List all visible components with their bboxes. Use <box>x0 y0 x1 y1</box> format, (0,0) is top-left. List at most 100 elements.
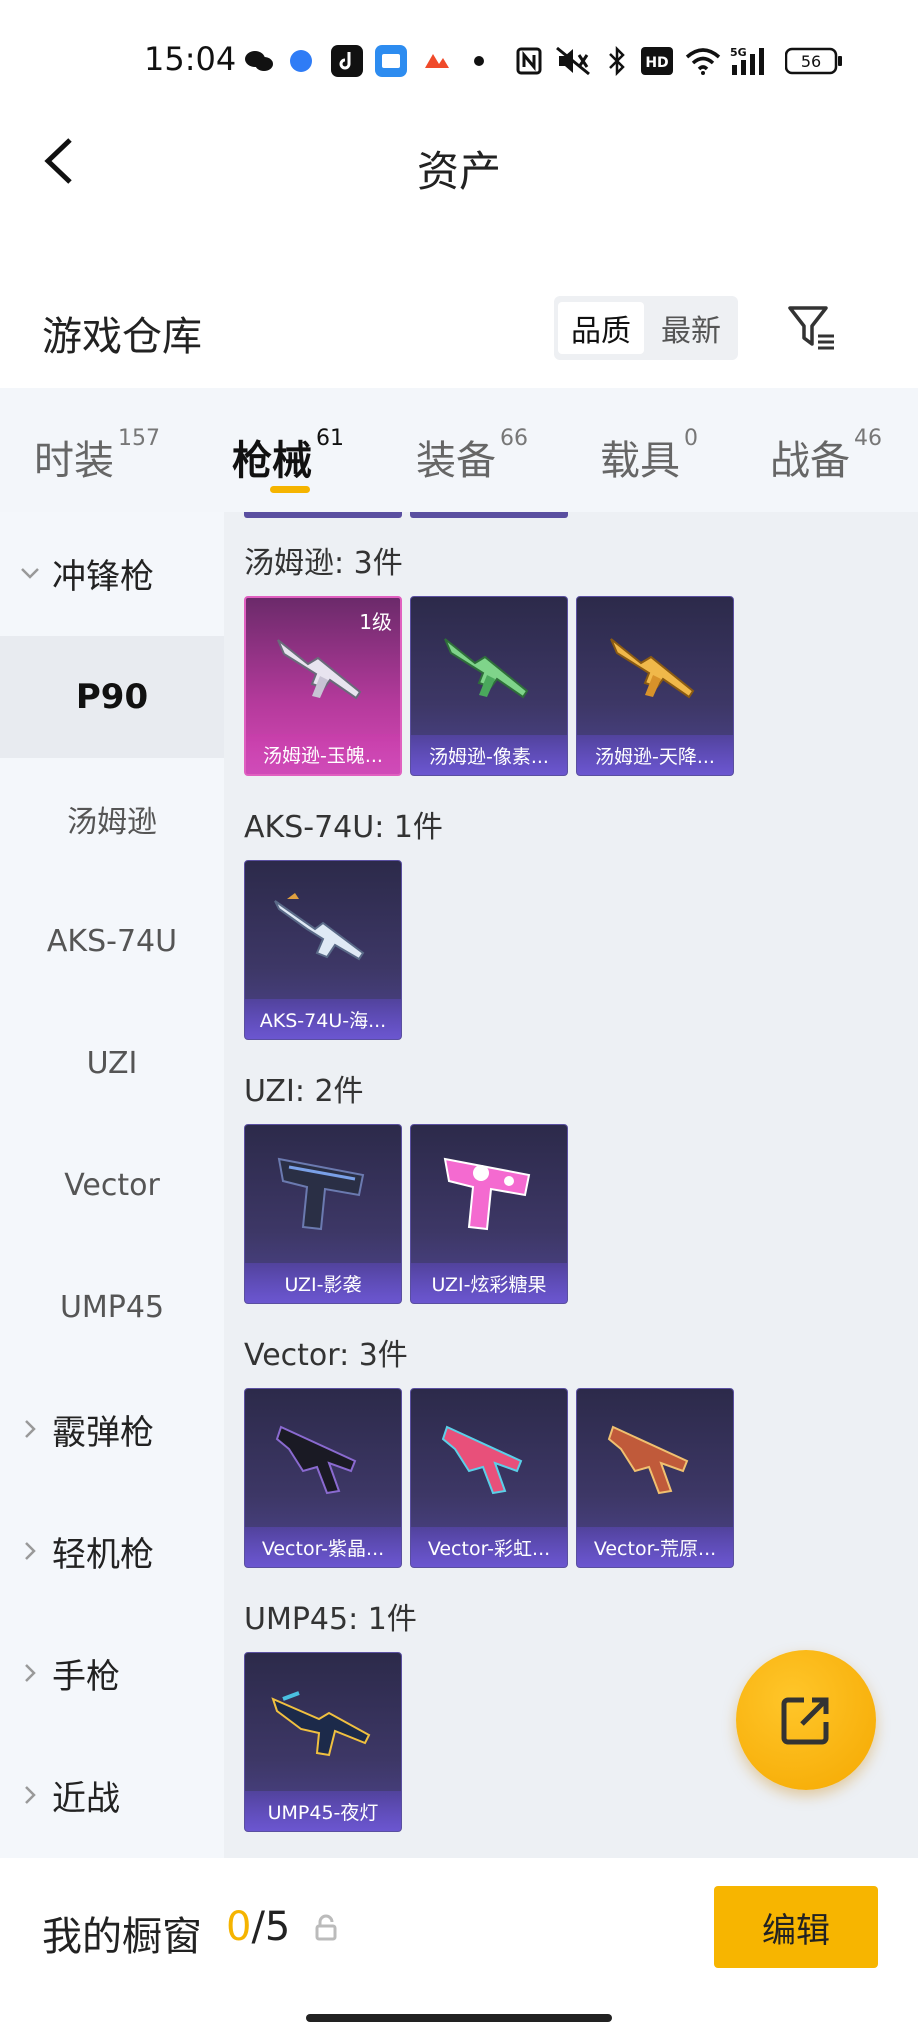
sidebar-category-label: 霰弹枪 <box>52 1412 154 1453</box>
item-name: Vector-紫晶... <box>245 1527 401 1567</box>
sidebar-category-lmg[interactable]: 轻机枪 <box>0 1490 224 1612</box>
uzi-gun-icon <box>443 1157 531 1231</box>
status-time: 15:04 <box>144 40 237 78</box>
item-card[interactable]: 汤姆逊-像素... <box>410 596 568 776</box>
group-title-vector: Vector: 3件 <box>244 1338 408 1373</box>
chevron-right-icon <box>20 1541 40 1561</box>
sidebar-item-uzi[interactable]: UZI <box>0 1002 224 1124</box>
showcase-current: 0 <box>226 1904 252 1950</box>
thompson-gun-icon <box>444 638 529 699</box>
vector-gun-icon <box>607 1425 689 1495</box>
sidebar-category-label: 近战 <box>52 1778 120 1819</box>
sidebar-category-smg[interactable]: 冲锋枪 <box>0 512 224 634</box>
filter-icon <box>788 306 834 350</box>
sidebar-item-vector[interactable]: Vector <box>0 1124 224 1246</box>
svg-text:5G: 5G <box>730 46 747 59</box>
item-name: UZI-影袭 <box>245 1263 401 1303</box>
battery-icon: 56 <box>784 44 844 78</box>
item-card[interactable]: UMP45-夜灯 <box>244 1652 402 1832</box>
tab-supplies[interactable]: 战备 46 <box>770 426 882 486</box>
chevron-right-icon <box>20 1419 40 1439</box>
hd-icon: HD <box>640 44 674 78</box>
page-title: 资产 <box>416 147 501 196</box>
sidebar-item-ump45[interactable]: UMP45 <box>0 1246 224 1368</box>
item-name: Vector-荒原... <box>577 1527 733 1567</box>
tab-label: 时装 <box>34 438 114 484</box>
filter-button[interactable] <box>786 302 838 354</box>
tab-label: 载具 <box>600 438 680 484</box>
lock-icon <box>314 1914 338 1942</box>
tab-outfits[interactable]: 时装 157 <box>34 426 160 486</box>
item-card[interactable]: 1级 汤姆逊-玉魄... <box>244 596 402 776</box>
item-card[interactable]: UZI-影袭 <box>244 1124 402 1304</box>
sidebar-category-melee[interactable]: 近战 <box>0 1734 224 1856</box>
share-button[interactable] <box>736 1650 876 1790</box>
item-name: 汤姆逊-天降... <box>577 735 733 775</box>
previous-card-edge <box>410 512 568 518</box>
item-card[interactable]: Vector-荒原... <box>576 1388 734 1568</box>
tab-count: 157 <box>118 426 160 451</box>
item-card[interactable]: UZI-炫彩糖果 <box>410 1124 568 1304</box>
showcase-total: /5 <box>251 1904 291 1950</box>
item-card[interactable]: Vector-彩虹... <box>410 1388 568 1568</box>
signal-5g-icon: 5G <box>730 44 774 78</box>
showcase-title: 我的橱窗 <box>42 1914 202 1960</box>
app-icon-blue <box>286 44 316 78</box>
item-card[interactable]: AKS-74U-海... <box>244 860 402 1040</box>
item-name: UMP45-夜灯 <box>245 1791 401 1831</box>
active-tab-indicator <box>270 486 310 493</box>
chevron-down-icon <box>20 563 40 583</box>
notification-dot-icon <box>472 44 486 78</box>
sort-quality-option[interactable]: 品质 <box>558 302 644 354</box>
sidebar-category-label: 轻机枪 <box>52 1534 154 1575</box>
app-icon-window <box>374 44 408 78</box>
tab-count: 61 <box>316 426 344 451</box>
item-card[interactable]: Vector-紫晶... <box>244 1388 402 1568</box>
sidebar-category-label: 冲锋枪 <box>52 556 154 597</box>
thompson-gun-icon <box>610 638 695 699</box>
group-title-thompson: 汤姆逊: 3件 <box>244 546 403 581</box>
nfc-icon <box>514 44 544 78</box>
showcase-count: 0/5 <box>226 1904 290 1950</box>
uzi-gun-icon <box>277 1157 365 1231</box>
wifi-icon <box>684 44 722 78</box>
bluetooth-icon <box>606 44 628 78</box>
status-bar: 15:04 HD 5G 56 <box>0 0 918 120</box>
sidebar-category-shotgun[interactable]: 霰弹枪 <box>0 1368 224 1490</box>
chevron-right-icon <box>20 1663 40 1683</box>
sidebar: 冲锋枪 P90 汤姆逊 AKS-74U UZI Vector UMP45 霰弹枪… <box>0 512 224 1858</box>
warehouse-title: 游戏仓库 <box>42 314 202 360</box>
svg-text:HD: HD <box>645 55 668 71</box>
item-name: 汤姆逊-玉魄... <box>246 734 400 774</box>
item-name: AKS-74U-海... <box>245 999 401 1039</box>
group-title-aks74u: AKS-74U: 1件 <box>244 810 443 845</box>
mute-icon <box>554 44 592 78</box>
tab-label: 战备 <box>770 438 850 484</box>
tab-count: 46 <box>854 426 882 451</box>
tab-count: 0 <box>684 426 698 451</box>
ump45-gun-icon <box>271 1691 371 1757</box>
sidebar-item-thompson[interactable]: 汤姆逊 <box>0 758 224 880</box>
tiktok-icon <box>330 44 364 78</box>
sidebar-category-label: 手枪 <box>52 1656 120 1697</box>
previous-card-edge <box>244 512 402 518</box>
sidebar-item-aks74u[interactable]: AKS-74U <box>0 880 224 1002</box>
sidebar-category-pistol[interactable]: 手枪 <box>0 1612 224 1734</box>
share-icon <box>781 1697 829 1745</box>
tab-count: 66 <box>500 426 528 451</box>
chevron-right-icon <box>20 1785 40 1805</box>
item-card[interactable]: 汤姆逊-天降... <box>576 596 734 776</box>
vector-gun-icon <box>441 1425 523 1495</box>
tab-equipment[interactable]: 装备 66 <box>416 426 528 486</box>
aks74u-gun-icon <box>274 893 365 961</box>
home-indicator[interactable] <box>306 2014 612 2022</box>
sort-newest-option[interactable]: 最新 <box>648 302 734 354</box>
tab-vehicles[interactable]: 载具 0 <box>600 426 698 486</box>
edit-button[interactable]: 编辑 <box>714 1886 878 1968</box>
sidebar-item-p90[interactable]: P90 <box>0 636 224 758</box>
tab-label: 装备 <box>416 438 496 484</box>
svg-text:56: 56 <box>801 52 821 71</box>
group-title-uzi: UZI: 2件 <box>244 1074 364 1109</box>
item-name: Vector-彩虹... <box>411 1527 567 1567</box>
tab-weapons[interactable]: 枪械 61 <box>232 426 344 486</box>
